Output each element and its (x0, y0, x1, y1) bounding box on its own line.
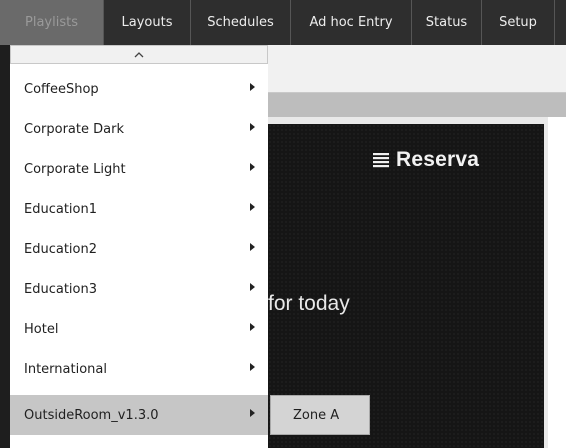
toolbar-area (268, 45, 566, 93)
menu-item-education3[interactable]: Education3 (10, 269, 268, 309)
brand-logo-group: Reserva (372, 148, 479, 172)
menu-item-education2[interactable]: Education2 (10, 229, 268, 269)
menu-item-label: Corporate Light (24, 161, 126, 177)
chevron-up-icon (134, 51, 144, 57)
reserva-logo-icon (373, 153, 389, 168)
menu-item-coffeeshop[interactable]: CoffeeShop (10, 69, 268, 109)
menu-item-outsideroom[interactable]: OutsideRoom_v1.3.0 (10, 395, 268, 435)
submenu-arrow-icon (250, 203, 255, 211)
menu-item-corporate-light[interactable]: Corporate Light (10, 149, 268, 189)
right-panel (548, 117, 566, 448)
nav-filler (555, 0, 566, 45)
submenu-arrow-icon (250, 123, 255, 131)
scroll-up-button[interactable] (10, 45, 268, 64)
submenu-item-label: Zone A (293, 407, 340, 423)
menu-item-label: CoffeeShop (24, 81, 99, 97)
tab-playlists[interactable]: Playlists (0, 0, 104, 45)
menu-item-hotel[interactable]: Hotel (10, 309, 268, 349)
left-edge (0, 45, 10, 448)
top-nav: Playlists Layouts Schedules Ad hoc Entry… (0, 0, 566, 45)
preview-text: for today (268, 292, 350, 315)
tab-schedules[interactable]: Schedules (191, 0, 291, 45)
brand-name: Reserva (396, 148, 480, 171)
submenu-arrow-icon (250, 163, 255, 171)
menu-item-label: Education2 (24, 241, 97, 257)
menu-item-label: International (24, 361, 107, 377)
submenu-arrow-icon (250, 283, 255, 291)
tab-ad-hoc-entry[interactable]: Ad hoc Entry (291, 0, 412, 45)
playlists-dropdown: CoffeeShop Corporate Dark Corporate Ligh… (10, 45, 268, 448)
menu-item-label: Hotel (24, 321, 59, 337)
submenu-arrow-icon (250, 363, 255, 371)
menu-item-international[interactable]: International (10, 349, 268, 389)
tab-setup[interactable]: Setup (482, 0, 555, 45)
tab-layouts[interactable]: Layouts (104, 0, 191, 45)
submenu-arrow-icon (250, 323, 255, 331)
submenu-arrow-icon (250, 243, 255, 251)
menu-item-label: Education1 (24, 201, 97, 217)
section-header-band (268, 93, 566, 117)
menu-item-label: Corporate Dark (24, 121, 124, 137)
menu-item-label: OutsideRoom_v1.3.0 (24, 407, 159, 423)
menu-item-education1[interactable]: Education1 (10, 189, 268, 229)
tab-status[interactable]: Status (412, 0, 482, 45)
submenu-arrow-icon (250, 83, 255, 91)
submenu-arrow-icon (250, 409, 255, 417)
submenu-item-zone-a[interactable]: Zone A (270, 395, 370, 435)
menu-item-corporate-dark[interactable]: Corporate Dark (10, 109, 268, 149)
menu-item-label: Education3 (24, 281, 97, 297)
